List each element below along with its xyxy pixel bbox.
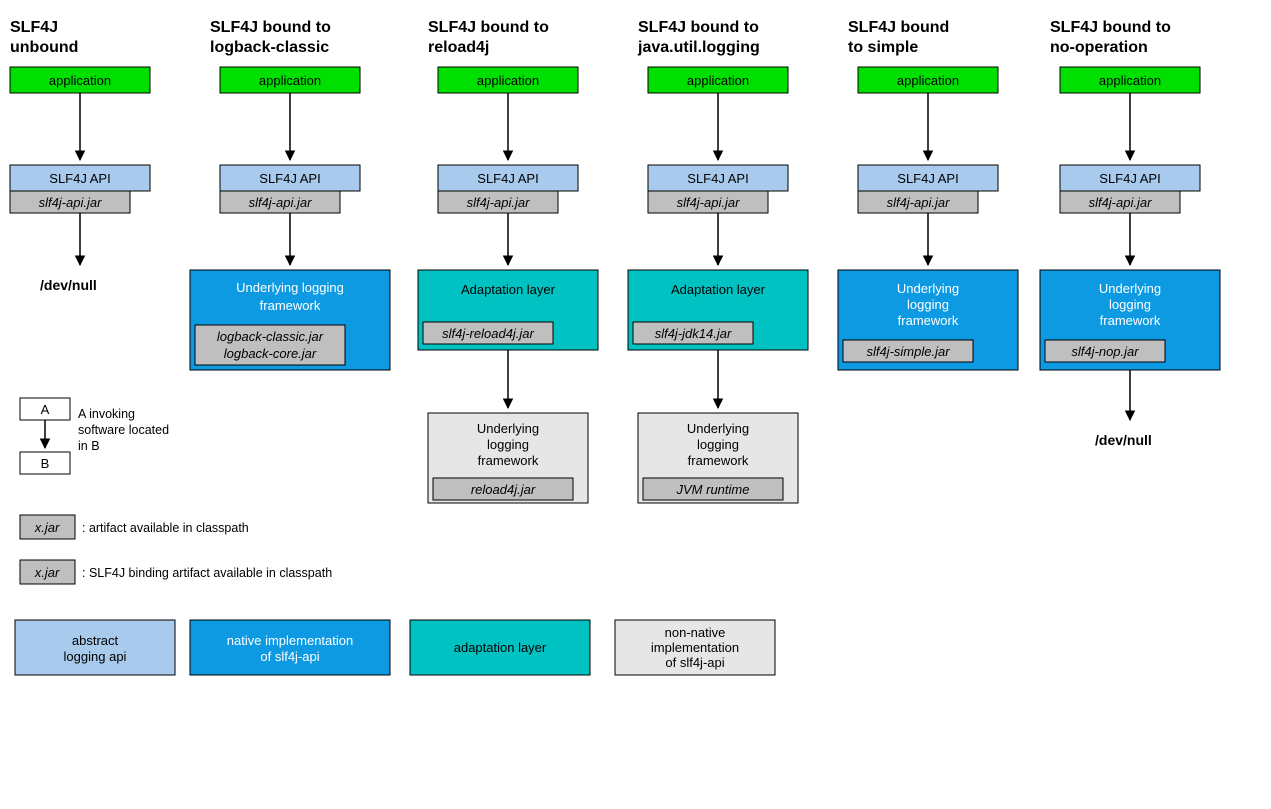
legend-abstract-1: abstract	[72, 633, 119, 648]
underlying-jar-label: JVM runtime	[676, 482, 750, 497]
legend-native-2: of slf4j-api	[260, 649, 319, 664]
ul-1: Underlying	[1099, 281, 1161, 296]
title: SLF4J bound to	[428, 19, 549, 36]
adaptation-label: Adaptation layer	[671, 282, 766, 297]
application-label: application	[477, 73, 539, 88]
underlying-label-1: Underlying logging	[236, 280, 344, 295]
slf4j-api-jar-label: slf4j-api.jar	[467, 195, 531, 210]
ul-1: Underlying	[687, 421, 749, 436]
col-reload4j: SLF4J bound to reload4j application SLF4…	[418, 19, 598, 503]
slf4j-api-label: SLF4J API	[687, 171, 748, 186]
title: SLF4J bound to	[210, 19, 331, 36]
col-simple: SLF4J bound to simple application SLF4J …	[838, 19, 1018, 370]
col-nop: SLF4J bound to no-operation application …	[1040, 19, 1220, 448]
legend-adapt: adaptation layer	[454, 640, 547, 655]
slf4j-bindings-diagram: SLF4J unbound application SLF4J API slf4…	[0, 0, 1271, 809]
slf4j-api-label: SLF4J API	[1099, 171, 1160, 186]
title: SLF4J bound to	[1050, 19, 1171, 36]
slf4j-api-label: SLF4J API	[49, 171, 110, 186]
ul-1: Underlying	[477, 421, 539, 436]
slf4j-api-jar-label: slf4j-api.jar	[39, 195, 103, 210]
slf4j-api-jar-label: slf4j-api.jar	[887, 195, 951, 210]
legend-a: A	[41, 402, 50, 417]
legend-invoke-3: in B	[78, 439, 100, 453]
adaptation-jar-label: slf4j-jdk14.jar	[655, 326, 732, 341]
legend-native-1: native implementation	[227, 633, 353, 648]
application-label: application	[687, 73, 749, 88]
underlying-jar-2: logback-core.jar	[224, 346, 317, 361]
ul-3: framework	[688, 453, 749, 468]
title-2: java.util.logging	[637, 39, 760, 56]
title-2: unbound	[10, 39, 78, 56]
title: SLF4J bound	[848, 19, 949, 36]
legend-invoke-1: A invoking	[78, 407, 135, 421]
ul-1: Underlying	[897, 281, 959, 296]
legend-xjar: x.jar	[34, 520, 60, 535]
legend-binding: : SLF4J binding artifact available in cl…	[82, 566, 332, 580]
slf4j-api-jar-label: slf4j-api.jar	[249, 195, 313, 210]
col-unbound: SLF4J unbound application SLF4J API slf4…	[10, 19, 150, 293]
ul-3: framework	[1100, 313, 1161, 328]
underlying-jar-label: reload4j.jar	[471, 482, 536, 497]
adaptation-label: Adaptation layer	[461, 282, 556, 297]
title-2: no-operation	[1050, 39, 1148, 56]
ul-2: logging	[1109, 297, 1151, 312]
application-label: application	[49, 73, 111, 88]
underlying-jar-label: slf4j-nop.jar	[1071, 344, 1139, 359]
application-label: application	[259, 73, 321, 88]
ul-3: framework	[478, 453, 539, 468]
legend-nonnative-2: implementation	[651, 640, 739, 655]
legend-b: B	[41, 456, 50, 471]
slf4j-api-label: SLF4J API	[259, 171, 320, 186]
devnull-label: /dev/null	[40, 277, 97, 293]
legend-invoke-2: software located	[78, 423, 169, 437]
legend-nonnative-3: of slf4j-api	[665, 655, 724, 670]
col-logback: SLF4J bound to logback-classic applicati…	[190, 19, 390, 370]
slf4j-api-label: SLF4J API	[897, 171, 958, 186]
ul-2: logging	[697, 437, 739, 452]
title: SLF4J	[10, 19, 58, 36]
title-2: logback-classic	[210, 39, 329, 56]
devnull-label: /dev/null	[1095, 432, 1152, 448]
underlying-label-2: framework	[260, 298, 321, 313]
slf4j-api-jar-label: slf4j-api.jar	[677, 195, 741, 210]
legend-abstract-2: logging api	[64, 649, 127, 664]
underlying-jar-label: slf4j-simple.jar	[866, 344, 950, 359]
adaptation-jar-label: slf4j-reload4j.jar	[442, 326, 534, 341]
underlying-jar-1: logback-classic.jar	[217, 329, 324, 344]
legend-xjar-binding: x.jar	[34, 565, 60, 580]
application-label: application	[897, 73, 959, 88]
title: SLF4J bound to	[638, 19, 759, 36]
legend-artifact: : artifact available in classpath	[82, 521, 249, 535]
ul-2: logging	[907, 297, 949, 312]
legend-nonnative-1: non-native	[665, 625, 726, 640]
application-label: application	[1099, 73, 1161, 88]
title-2: to simple	[848, 39, 918, 56]
slf4j-api-label: SLF4J API	[477, 171, 538, 186]
title-2: reload4j	[428, 39, 489, 56]
ul-3: framework	[898, 313, 959, 328]
ul-2: logging	[487, 437, 529, 452]
col-jul: SLF4J bound to java.util.logging applica…	[628, 19, 808, 503]
slf4j-api-jar-label: slf4j-api.jar	[1089, 195, 1153, 210]
